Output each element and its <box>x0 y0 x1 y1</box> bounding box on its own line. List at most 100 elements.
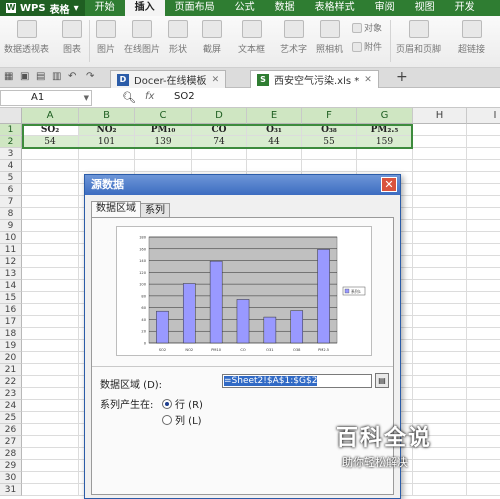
row-header-23[interactable]: 23 <box>0 388 22 400</box>
empty-cell[interactable] <box>413 268 467 280</box>
empty-cell[interactable] <box>467 424 500 436</box>
print-icon[interactable]: ▥ <box>52 71 61 82</box>
tab-review[interactable]: 审阅 <box>365 0 405 16</box>
empty-cell[interactable] <box>413 328 467 340</box>
dialog-title-bar[interactable]: 源数据 ✕ <box>85 175 400 195</box>
empty-cell[interactable] <box>467 412 500 424</box>
collapse-dialog-button[interactable]: ▤ <box>375 373 389 388</box>
row-header-30[interactable]: 30 <box>0 472 22 484</box>
tab-table-style[interactable]: 表格样式 <box>305 0 365 16</box>
empty-cell[interactable] <box>413 124 467 136</box>
row-header-9[interactable]: 9 <box>0 220 22 232</box>
empty-cell[interactable] <box>413 376 467 388</box>
row-header-22[interactable]: 22 <box>0 376 22 388</box>
object-button[interactable]: 对象 <box>352 21 382 34</box>
close-icon[interactable]: ✕ <box>381 177 397 192</box>
empty-cell[interactable] <box>413 148 467 160</box>
column-header-i[interactable]: I <box>467 108 500 124</box>
empty-cell[interactable] <box>467 160 500 172</box>
shapes-button[interactable]: 形状 <box>168 20 188 55</box>
online-picture-button[interactable]: 在线图片 <box>124 20 160 55</box>
empty-cell[interactable] <box>22 472 79 484</box>
empty-cell[interactable] <box>467 256 500 268</box>
empty-cell[interactable] <box>413 364 467 376</box>
empty-cell[interactable] <box>413 304 467 316</box>
empty-cell[interactable] <box>22 172 79 184</box>
undo-icon[interactable]: ↶ <box>68 71 76 82</box>
row-header-25[interactable]: 25 <box>0 412 22 424</box>
empty-cell[interactable] <box>22 196 79 208</box>
empty-cell[interactable] <box>467 136 500 148</box>
empty-cell[interactable] <box>22 244 79 256</box>
data-range-input[interactable]: =Sheet2!$A$1:$G$2 <box>222 374 372 388</box>
chevron-down-icon[interactable]: ▼ <box>84 91 89 105</box>
row-header-20[interactable]: 20 <box>0 352 22 364</box>
column-header-f[interactable]: F <box>302 108 357 124</box>
tab-insert[interactable]: 插入 <box>124 0 165 16</box>
empty-cell[interactable] <box>467 304 500 316</box>
row-header-13[interactable]: 13 <box>0 268 22 280</box>
grid-icon[interactable]: ▦ <box>4 71 13 82</box>
empty-cell[interactable] <box>413 184 467 196</box>
empty-cell[interactable] <box>22 304 79 316</box>
empty-cell[interactable] <box>22 328 79 340</box>
empty-cell[interactable] <box>413 220 467 232</box>
header-cell[interactable]: CO <box>192 124 247 136</box>
magnifier-icon[interactable]: 🔍︎ <box>122 91 136 104</box>
row-header-31[interactable]: 31 <box>0 484 22 496</box>
row-header-19[interactable]: 19 <box>0 340 22 352</box>
radio-rows[interactable]: 行 (R) <box>162 396 203 411</box>
empty-cell[interactable] <box>22 232 79 244</box>
close-icon[interactable]: ✕ <box>212 75 220 85</box>
pivot-table-button[interactable]: 数据透视表 <box>4 20 49 55</box>
row-header-15[interactable]: 15 <box>0 292 22 304</box>
empty-cell[interactable] <box>247 148 302 160</box>
name-box[interactable]: A1 ▼ <box>0 90 92 106</box>
row-header-28[interactable]: 28 <box>0 448 22 460</box>
empty-cell[interactable] <box>22 292 79 304</box>
row-header-12[interactable]: 12 <box>0 256 22 268</box>
empty-cell[interactable] <box>467 220 500 232</box>
empty-cell[interactable] <box>413 232 467 244</box>
value-cell[interactable]: 139 <box>135 136 192 148</box>
empty-cell[interactable] <box>467 232 500 244</box>
empty-cell[interactable] <box>467 328 500 340</box>
empty-cell[interactable] <box>22 412 79 424</box>
empty-cell[interactable] <box>413 196 467 208</box>
empty-cell[interactable] <box>79 160 135 172</box>
column-header-a[interactable]: A <box>22 108 79 124</box>
textbox-button[interactable]: 文本框 <box>238 20 265 55</box>
column-header-d[interactable]: D <box>192 108 247 124</box>
row-header-11[interactable]: 11 <box>0 244 22 256</box>
empty-cell[interactable] <box>22 280 79 292</box>
value-cell[interactable]: 44 <box>247 136 302 148</box>
empty-cell[interactable] <box>22 364 79 376</box>
empty-cell[interactable] <box>302 160 357 172</box>
empty-cell[interactable] <box>22 460 79 472</box>
row-header-27[interactable]: 27 <box>0 436 22 448</box>
empty-cell[interactable] <box>413 280 467 292</box>
header-cell[interactable]: SO₂ <box>22 124 79 136</box>
row-header-6[interactable]: 6 <box>0 184 22 196</box>
attachment-button[interactable]: 附件 <box>352 40 382 53</box>
row-header-18[interactable]: 18 <box>0 328 22 340</box>
camera-button[interactable]: 照相机 <box>316 20 343 55</box>
empty-cell[interactable] <box>22 424 79 436</box>
empty-cell[interactable] <box>413 208 467 220</box>
row-header-3[interactable]: 3 <box>0 148 22 160</box>
new-tab-icon[interactable]: + <box>396 69 408 85</box>
header-cell[interactable]: O₃₈ <box>302 124 357 136</box>
empty-cell[interactable] <box>467 172 500 184</box>
empty-cell[interactable] <box>413 388 467 400</box>
empty-cell[interactable] <box>413 136 467 148</box>
empty-cell[interactable] <box>22 448 79 460</box>
value-cell[interactable]: 101 <box>79 136 135 148</box>
tab-view[interactable]: 视图 <box>405 0 445 16</box>
empty-cell[interactable] <box>22 340 79 352</box>
header-cell[interactable]: PM₂.₅ <box>357 124 413 136</box>
header-cell[interactable]: NO₂ <box>79 124 135 136</box>
empty-cell[interactable] <box>413 172 467 184</box>
empty-cell[interactable] <box>135 148 192 160</box>
empty-cell[interactable] <box>192 160 247 172</box>
row-header-29[interactable]: 29 <box>0 460 22 472</box>
